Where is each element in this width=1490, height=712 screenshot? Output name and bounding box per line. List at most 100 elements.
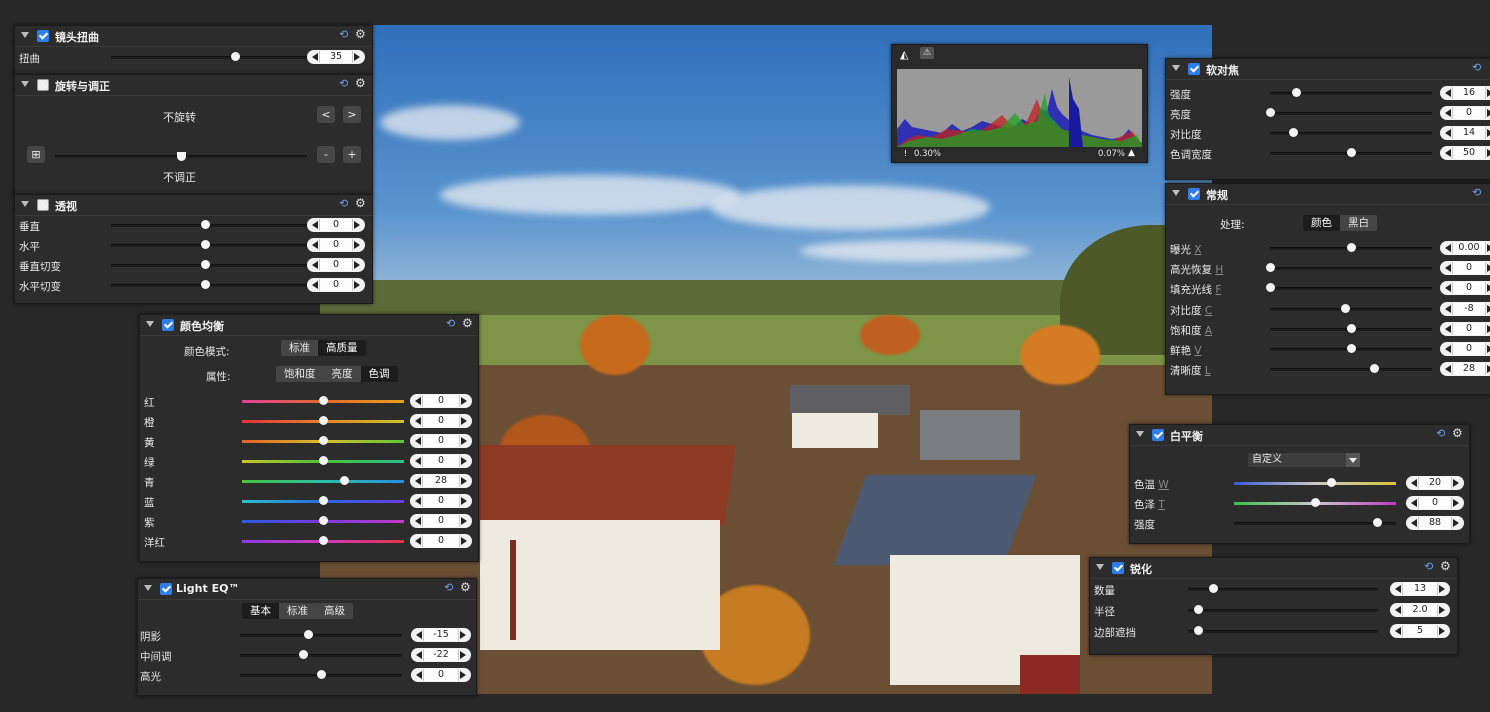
general-slider[interactable] — [1270, 267, 1432, 271]
white-balance-stepper[interactable]: 20 — [1406, 476, 1464, 490]
increment-icon[interactable] — [461, 517, 467, 525]
white-balance-value[interactable]: 20 — [1418, 477, 1452, 489]
general-stepper[interactable]: 28 — [1440, 362, 1490, 377]
sharpen-slider[interactable] — [1188, 630, 1378, 633]
sharpen-slider-knob[interactable] — [1193, 626, 1203, 635]
increment-icon[interactable] — [1439, 627, 1445, 635]
perspective-value[interactable]: 0 — [319, 279, 353, 291]
light-eq-value[interactable]: -22 — [423, 649, 459, 661]
color-balance-stepper[interactable]: 0 — [410, 514, 472, 528]
decrement-icon[interactable] — [415, 497, 421, 505]
increment-icon[interactable] — [1439, 606, 1445, 614]
decrement-icon[interactable] — [1445, 304, 1451, 313]
distortion-stepper[interactable]: 35 — [307, 50, 365, 64]
collapse-triangle-icon[interactable] — [1172, 190, 1180, 196]
gear-icon[interactable]: ⚙ — [355, 27, 366, 41]
collapse-triangle-icon[interactable] — [146, 321, 154, 327]
process-color[interactable]: 颜色 — [1303, 215, 1340, 231]
decrement-icon[interactable] — [415, 537, 421, 545]
light-eq-stepper[interactable]: -15 — [411, 628, 471, 642]
decrement-icon[interactable] — [312, 261, 318, 269]
collapse-triangle-icon[interactable] — [144, 585, 152, 591]
white-balance-slider-knob[interactable] — [1327, 478, 1337, 487]
soft-focus-checkbox[interactable] — [1188, 63, 1200, 75]
reset-icon[interactable]: ⟲ — [1472, 186, 1481, 199]
perspective-slider-knob[interactable] — [201, 260, 210, 269]
sharpen-value[interactable]: 5 — [1402, 625, 1438, 637]
light-eq-stepper[interactable]: -22 — [411, 648, 471, 662]
light-eq-slider-knob[interactable] — [299, 650, 309, 659]
soft-focus-stepper[interactable]: 16 — [1440, 86, 1490, 100]
increment-icon[interactable] — [1439, 585, 1445, 593]
clipping-shadow-icon[interactable]: ◭ — [900, 48, 908, 61]
tab-standard[interactable]: 标准 — [279, 603, 316, 619]
increment-icon[interactable] — [460, 671, 466, 679]
color-balance-slider-knob[interactable] — [319, 396, 328, 405]
color-balance-checkbox[interactable] — [162, 319, 174, 331]
straighten-slider-knob[interactable] — [177, 152, 186, 161]
straighten-plus-button[interactable]: + — [343, 146, 361, 163]
soft-focus-stepper[interactable]: 14 — [1440, 126, 1490, 140]
white-balance-slider-knob[interactable] — [1372, 518, 1382, 527]
sharpen-checkbox[interactable] — [1112, 562, 1124, 574]
increment-icon[interactable] — [461, 457, 467, 465]
gear-icon[interactable]: ⚙ — [460, 580, 471, 594]
straighten-minus-button[interactable]: - — [317, 146, 335, 163]
decrement-icon[interactable] — [1411, 519, 1417, 527]
perspective-value[interactable]: 0 — [319, 239, 353, 251]
rotate-checkbox[interactable] — [37, 79, 49, 91]
sharpen-stepper[interactable]: 2.0 — [1390, 603, 1450, 617]
perspective-stepper[interactable]: 0 — [307, 278, 365, 292]
color-balance-slider-knob[interactable] — [319, 496, 328, 505]
soft-focus-stepper[interactable]: 0 — [1440, 106, 1490, 120]
white-balance-stepper[interactable]: 88 — [1406, 516, 1464, 530]
decrement-icon[interactable] — [1411, 499, 1417, 507]
light-eq-mode-tabs[interactable]: 基本 标准 高级 — [242, 603, 353, 619]
light-eq-slider-knob[interactable] — [304, 630, 314, 639]
gear-icon[interactable]: ⚙ — [355, 196, 366, 210]
decrement-icon[interactable] — [1445, 284, 1451, 293]
collapse-triangle-icon[interactable] — [21, 201, 29, 207]
decrement-icon[interactable] — [1395, 585, 1401, 593]
white-balance-preset-dropdown[interactable]: 自定义 — [1248, 453, 1360, 467]
color-balance-value[interactable]: 0 — [422, 415, 460, 427]
attribute-hue[interactable]: 色调 — [360, 366, 398, 382]
color-balance-value[interactable]: 0 — [422, 455, 460, 467]
increment-icon[interactable] — [354, 261, 360, 269]
collapse-triangle-icon[interactable] — [21, 32, 29, 38]
color-balance-value[interactable]: 0 — [422, 495, 460, 507]
decrement-icon[interactable] — [1445, 264, 1451, 273]
general-slider[interactable] — [1270, 287, 1432, 291]
increment-icon[interactable] — [461, 477, 467, 485]
soft-focus-slider[interactable] — [1270, 112, 1432, 115]
rotate-right-button[interactable]: > — [343, 106, 361, 123]
increment-icon[interactable] — [460, 651, 466, 659]
general-slider-knob[interactable] — [1340, 303, 1350, 313]
decrement-icon[interactable] — [415, 437, 421, 445]
general-value[interactable]: 0 — [1452, 322, 1486, 335]
perspective-slider-knob[interactable] — [201, 220, 210, 229]
decrement-icon[interactable] — [1395, 627, 1401, 635]
color-balance-stepper[interactable]: 0 — [410, 414, 472, 428]
soft-focus-slider-knob[interactable] — [1291, 88, 1301, 97]
color-balance-slider-knob[interactable] — [319, 516, 328, 525]
color-balance-stepper[interactable]: 28 — [410, 474, 472, 488]
light-eq-slider[interactable] — [240, 634, 402, 637]
soft-focus-slider-knob[interactable] — [1347, 148, 1356, 157]
soft-focus-stepper[interactable]: 50 — [1440, 146, 1490, 160]
perspective-slider-knob[interactable] — [201, 240, 210, 249]
increment-icon[interactable] — [461, 537, 467, 545]
reset-icon[interactable]: ⟲ — [444, 581, 453, 594]
color-balance-slider-knob[interactable] — [319, 416, 328, 425]
gear-icon[interactable]: ⚙ — [355, 76, 366, 90]
lens-distortion-checkbox[interactable] — [37, 30, 49, 42]
reset-icon[interactable]: ⟲ — [1436, 427, 1445, 440]
increment-icon[interactable] — [354, 53, 360, 61]
increment-icon[interactable] — [461, 497, 467, 505]
process-segmented[interactable]: 颜色 黑白 — [1303, 215, 1377, 231]
color-balance-stepper[interactable]: 0 — [410, 394, 472, 408]
increment-icon[interactable] — [1453, 499, 1459, 507]
decrement-icon[interactable] — [1445, 244, 1451, 252]
color-balance-stepper[interactable]: 0 — [410, 494, 472, 508]
decrement-icon[interactable] — [312, 281, 318, 289]
